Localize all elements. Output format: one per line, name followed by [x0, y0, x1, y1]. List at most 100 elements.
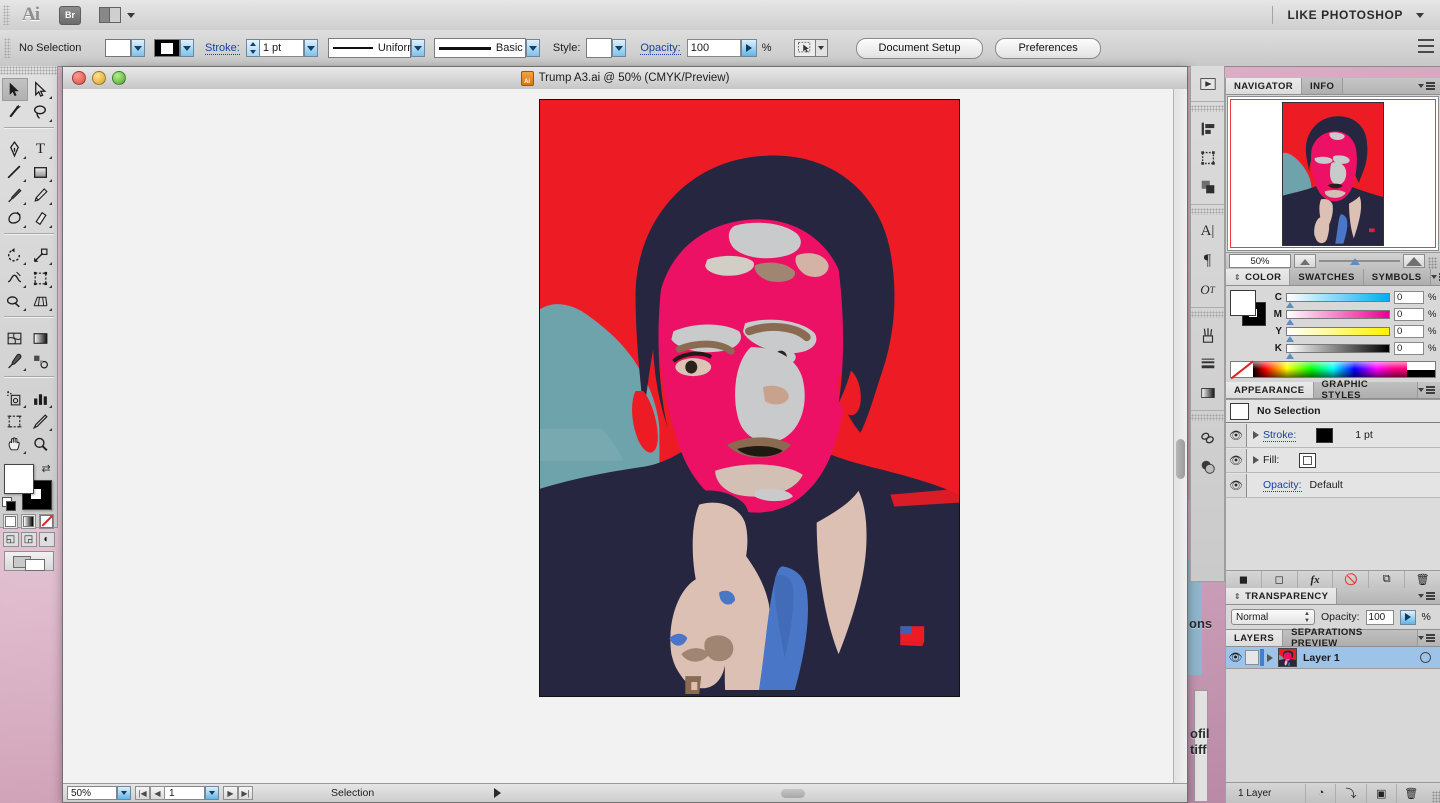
stroke-weight-chevron-down-icon[interactable]	[303, 39, 318, 57]
line-flyout-corner-icon[interactable]	[22, 179, 26, 182]
appearance-opacity-label[interactable]: Opacity:	[1263, 479, 1302, 492]
stroke-weight-control[interactable]: 1 pt	[245, 39, 318, 57]
gradient-icon[interactable]	[1191, 378, 1224, 407]
tab-appearance[interactable]: APPEARANCE	[1226, 382, 1314, 398]
brush-definition-control[interactable]: Basic	[433, 38, 540, 58]
fill-swatch[interactable]	[105, 39, 131, 57]
stroke-weight-stepper[interactable]	[245, 39, 260, 57]
color-ramp[interactable]	[1253, 362, 1407, 377]
color-panel-collapse-icon[interactable]: ⇕	[1234, 273, 1241, 282]
appearance-stroke-label[interactable]: Stroke:	[1263, 429, 1297, 442]
cyan-slider[interactable]	[1286, 292, 1390, 308]
dock-group-handle-3[interactable]	[1191, 311, 1224, 318]
white-black-swatches[interactable]	[1407, 362, 1435, 377]
draw-behind-icon[interactable]: ◲	[20, 532, 37, 547]
layer-name[interactable]: Layer 1	[1303, 652, 1420, 664]
zoom-in-icon[interactable]	[1403, 254, 1425, 268]
stroke-icon[interactable]	[1191, 349, 1224, 378]
canvas-scroll-thumb[interactable]	[1176, 439, 1185, 479]
canvas-vertical-scrollbar[interactable]	[1173, 89, 1187, 784]
column-graph-tool[interactable]	[28, 387, 54, 410]
clear-appearance-icon[interactable]: 🚫	[1333, 571, 1370, 588]
zoom-out-icon[interactable]	[1294, 254, 1316, 268]
transparency-opacity-flyout-icon[interactable]	[1399, 609, 1416, 625]
opentype-icon[interactable]: OT	[1191, 275, 1224, 304]
add-new-fill-icon[interactable]: ◻	[1262, 571, 1298, 588]
swap-fill-stroke-icon[interactable]: ⇄	[42, 462, 54, 475]
dock-group-handle-1[interactable]	[1191, 105, 1224, 112]
navigator-zoom-slider-knob[interactable]	[1349, 257, 1360, 265]
artboard-tool[interactable]	[2, 410, 28, 433]
status-zoom-field[interactable]: 50%	[67, 786, 117, 800]
add-effect-icon[interactable]: fx	[1298, 571, 1334, 588]
blend-mode-select[interactable]: Normal ▲ ▼	[1231, 609, 1315, 625]
artboard[interactable]	[539, 99, 960, 697]
add-new-stroke-icon[interactable]: ◼	[1226, 571, 1262, 588]
type-tool[interactable]: T	[28, 138, 54, 161]
lasso-flyout-corner-icon[interactable]	[48, 119, 52, 122]
opacity-flyout-icon[interactable]	[740, 39, 757, 57]
document-setup-button[interactable]: Document Setup	[855, 37, 984, 59]
magic-wand-tool[interactable]	[2, 101, 28, 124]
graphic-style-control[interactable]	[586, 38, 627, 58]
line-segment-tool[interactable]	[2, 161, 28, 184]
transparency-collapse-icon[interactable]: ⇕	[1234, 592, 1241, 601]
perspective-grid-tool[interactable]	[28, 290, 54, 313]
status-zoom-chevron-down-icon[interactable]	[117, 786, 131, 800]
slice-tool[interactable]	[28, 410, 54, 433]
none-fill-button[interactable]	[39, 514, 54, 529]
color-fill-button[interactable]	[3, 514, 18, 529]
tab-navigator[interactable]: NAVIGATOR	[1226, 78, 1303, 94]
draw-normal-icon[interactable]: ◱	[2, 532, 19, 547]
type-flyout-corner-icon[interactable]	[48, 156, 52, 159]
color-panel-menu-icon[interactable]	[1430, 269, 1440, 285]
create-new-layer-icon[interactable]: ▣	[1365, 783, 1396, 803]
blob-brush-tool[interactable]	[2, 207, 28, 230]
character-icon[interactable]: A |	[1191, 217, 1224, 246]
stroke-chevron-down-icon[interactable]	[180, 39, 194, 57]
pen-flyout-corner-icon[interactable]	[22, 156, 26, 159]
blend-mode-stepper-icon[interactable]: ▲ ▼	[1304, 611, 1310, 624]
scale-flyout-corner-icon[interactable]	[48, 262, 52, 265]
duplicate-item-icon[interactable]: ⧉	[1369, 571, 1406, 588]
status-indicator[interactable]: Selection	[331, 787, 502, 799]
rotate-tool[interactable]	[2, 244, 28, 267]
previous-page-button[interactable]: ◀	[150, 786, 165, 800]
scale-tool[interactable]	[28, 244, 54, 267]
fill-chevron-down-icon[interactable]	[131, 39, 145, 57]
next-page-button[interactable]: ▶	[223, 786, 238, 800]
layers-panel-menu-icon[interactable]	[1418, 630, 1440, 646]
delete-layer-icon[interactable]: 🗑	[1395, 783, 1426, 803]
free-transform-flyout-corner-icon[interactable]	[48, 285, 52, 288]
default-fill-stroke-icon[interactable]	[1, 497, 16, 511]
magenta-value[interactable]: 0	[1394, 307, 1424, 321]
navigator-panel-menu-icon[interactable]	[1418, 78, 1440, 94]
layer-target-circle-icon[interactable]	[1420, 652, 1431, 663]
select-similar-chevron-down-icon[interactable]	[815, 39, 828, 57]
tab-color[interactable]: ⇕ COLOR	[1226, 269, 1291, 285]
eyedropper-tool[interactable]	[2, 350, 28, 373]
opacity-control[interactable]: 100	[686, 39, 757, 57]
bridge-icon[interactable]: Br	[59, 5, 81, 25]
preferences-button[interactable]: Preferences	[995, 37, 1101, 59]
align-icon[interactable]	[1191, 114, 1224, 143]
status-menu-arrow-icon[interactable]	[494, 788, 502, 798]
hand-tool[interactable]	[2, 433, 28, 456]
none-color-icon[interactable]	[1231, 362, 1253, 377]
stroke-weight-label[interactable]: Stroke:	[205, 42, 240, 55]
controlbar-grip[interactable]	[4, 38, 11, 58]
arrange-documents-icon[interactable]	[99, 7, 121, 23]
rectangle-flyout-corner-icon[interactable]	[48, 179, 52, 182]
shape-builder-flyout-corner-icon[interactable]	[22, 308, 26, 311]
fill-color-control[interactable]	[105, 39, 145, 57]
appearance-row-fill[interactable]: 👁 Fill:	[1226, 448, 1440, 473]
black-value[interactable]: 0	[1394, 341, 1424, 355]
eraser-tool[interactable]	[28, 207, 54, 230]
navigator-icon[interactable]	[1191, 69, 1224, 98]
transparency-opacity-value[interactable]: 100	[1365, 609, 1394, 625]
stroke-swatch[interactable]	[154, 39, 180, 57]
hand-flyout-corner-icon[interactable]	[22, 451, 26, 454]
fill-stroke-indicator[interactable]: ⇄	[1, 462, 56, 511]
slice-flyout-corner-icon[interactable]	[48, 428, 52, 431]
layers-resize-grip[interactable]	[1431, 791, 1440, 803]
